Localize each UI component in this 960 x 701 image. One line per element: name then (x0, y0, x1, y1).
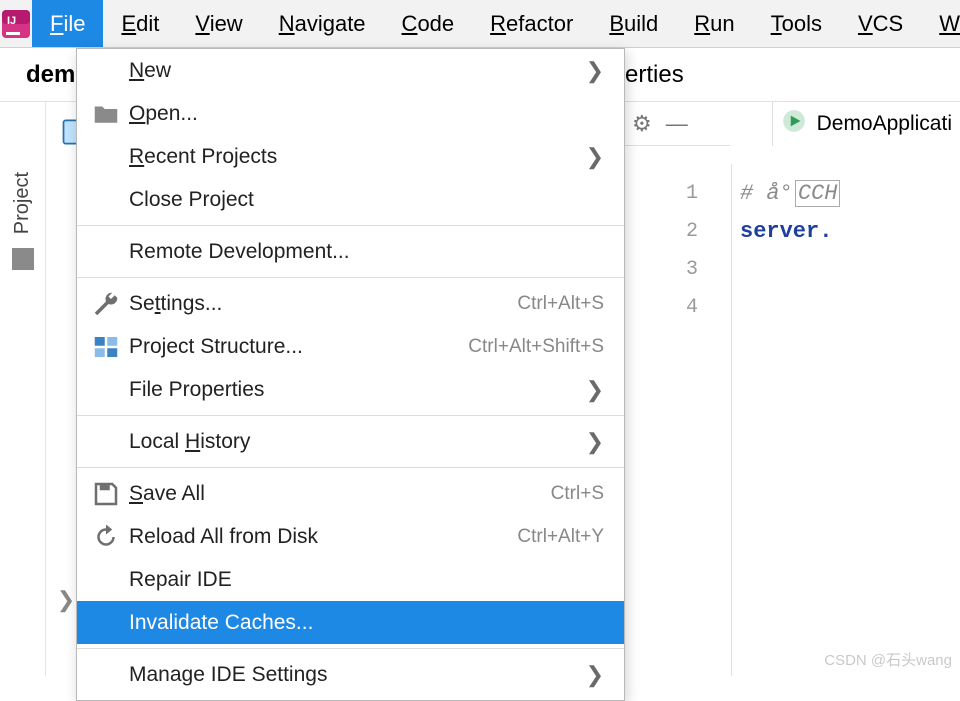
hide-icon[interactable] (666, 111, 688, 137)
line-number: 2 (624, 212, 732, 250)
left-toolstrip: Project (0, 102, 46, 676)
menubar-item-tools[interactable]: Tools (753, 0, 840, 47)
file-menu-repair-ide[interactable]: Repair IDE (77, 558, 624, 601)
folder-icon (91, 99, 121, 129)
spring-run-icon (781, 108, 807, 140)
menu-item-label: Manage IDE Settings (129, 663, 570, 687)
editor-tab-demoapplication[interactable]: DemoApplicati (772, 102, 960, 146)
file-menu-close-project[interactable]: Close Project (77, 178, 624, 221)
menu-item-label: New (129, 59, 570, 83)
editor-line-4 (732, 288, 960, 326)
menubar-item-view[interactable]: View (177, 0, 260, 47)
watermark: CSDN @石头wang (824, 649, 952, 670)
menu-item-label: Settings... (129, 292, 517, 316)
file-menu-remote-development[interactable]: Remote Development... (77, 230, 624, 273)
menu-item-label: Open... (129, 102, 604, 126)
menubar-item-code[interactable]: Code (384, 0, 473, 47)
line-number: 1 (624, 174, 732, 212)
app-logo-icon: IJ (0, 0, 32, 47)
menubar-item-edit[interactable]: Edit (103, 0, 177, 47)
tab-toolbar (624, 102, 730, 146)
file-menu-local-history[interactable]: Local History❯ (77, 420, 624, 463)
file-menu-invalidate-caches[interactable]: Invalidate Caches... (77, 601, 624, 644)
property-key: server. (740, 219, 832, 244)
menu-separator (77, 277, 624, 278)
file-menu-open[interactable]: Open... (77, 92, 624, 135)
menu-item-label: Remote Development... (129, 240, 604, 264)
tool-window-project-label[interactable]: Project (11, 172, 34, 234)
menubar-item-run[interactable]: Run (676, 0, 752, 47)
comment-box: CCH (795, 180, 841, 207)
menu-shortcut: Ctrl+S (551, 483, 604, 505)
editor-line-1: # å° CCH (732, 174, 960, 212)
file-menu-reload-all-from-disk[interactable]: Reload All from DiskCtrl+Alt+Y (77, 515, 624, 558)
menubar-item-build[interactable]: Build (591, 0, 676, 47)
file-menu-recent-projects[interactable]: Recent Projects❯ (77, 135, 624, 178)
right-editor-area: DemoApplicati 1234 # å° CCH server. (623, 48, 960, 676)
gear-icon[interactable] (632, 111, 652, 137)
editor-line-2: server. (732, 212, 960, 250)
line-number: 4 (624, 288, 732, 326)
menu-item-label: Recent Projects (129, 145, 570, 169)
menubar: IJ FileEditViewNavigateCodeRefactorBuild… (0, 0, 960, 48)
menubar-item-navigate[interactable]: Navigate (261, 0, 384, 47)
menu-item-label: File Properties (129, 378, 570, 402)
file-menu-project-structure[interactable]: Project Structure...Ctrl+Alt+Shift+S (77, 325, 624, 368)
submenu-arrow-icon: ❯ (570, 58, 604, 84)
menu-item-label: Project Structure... (129, 335, 468, 359)
breadcrumb-left: dem (26, 61, 75, 89)
file-menu-settings[interactable]: Settings...Ctrl+Alt+S (77, 282, 624, 325)
wrench-icon (91, 289, 121, 319)
submenu-arrow-icon: ❯ (570, 377, 604, 403)
reload-icon (91, 522, 121, 552)
menubar-item-w[interactable]: W (921, 0, 960, 47)
save-icon (91, 479, 121, 509)
menubar-item-refactor[interactable]: Refactor (472, 0, 591, 47)
submenu-arrow-icon: ❯ (570, 662, 604, 688)
submenu-arrow-icon: ❯ (570, 429, 604, 455)
menu-item-label: Repair IDE (129, 568, 604, 592)
menu-shortcut: Ctrl+Alt+S (517, 293, 604, 315)
menu-separator (77, 415, 624, 416)
submenu-arrow-icon: ❯ (570, 144, 604, 170)
menu-item-label: Invalidate Caches... (129, 611, 604, 635)
file-menu-manage-ide-settings[interactable]: Manage IDE Settings❯ (77, 653, 624, 696)
file-menu-file-properties[interactable]: File Properties❯ (77, 368, 624, 411)
editor-content[interactable]: # å° CCH server. (731, 164, 960, 676)
menu-shortcut: Ctrl+Alt+Y (517, 526, 604, 548)
menu-item-label: Close Project (129, 188, 604, 212)
menubar-item-vcs[interactable]: VCS (840, 0, 921, 47)
menu-shortcut: Ctrl+Alt+Shift+S (468, 336, 604, 358)
file-menu-save-all[interactable]: Save AllCtrl+S (77, 472, 624, 515)
menu-item-label: Reload All from Disk (129, 525, 517, 549)
editor-tab-label: DemoApplicati (817, 112, 952, 136)
editor-gutter: 1234 (624, 164, 732, 676)
file-menu-new[interactable]: New❯ (77, 49, 624, 92)
menu-separator (77, 648, 624, 649)
comment-text: # å° (740, 181, 793, 206)
menu-separator (77, 225, 624, 226)
project-toolwindow-icon[interactable] (12, 248, 34, 270)
menubar-item-file[interactable]: File (32, 0, 103, 47)
svg-text:IJ: IJ (7, 15, 16, 27)
file-menu-dropdown: New❯Open...Recent Projects❯Close Project… (76, 48, 625, 701)
proj-icon (91, 332, 121, 362)
menu-item-label: Save All (129, 482, 551, 506)
menu-separator (77, 467, 624, 468)
editor-line-3 (732, 250, 960, 288)
menu-item-label: Local History (129, 430, 570, 454)
line-number: 3 (624, 250, 732, 288)
